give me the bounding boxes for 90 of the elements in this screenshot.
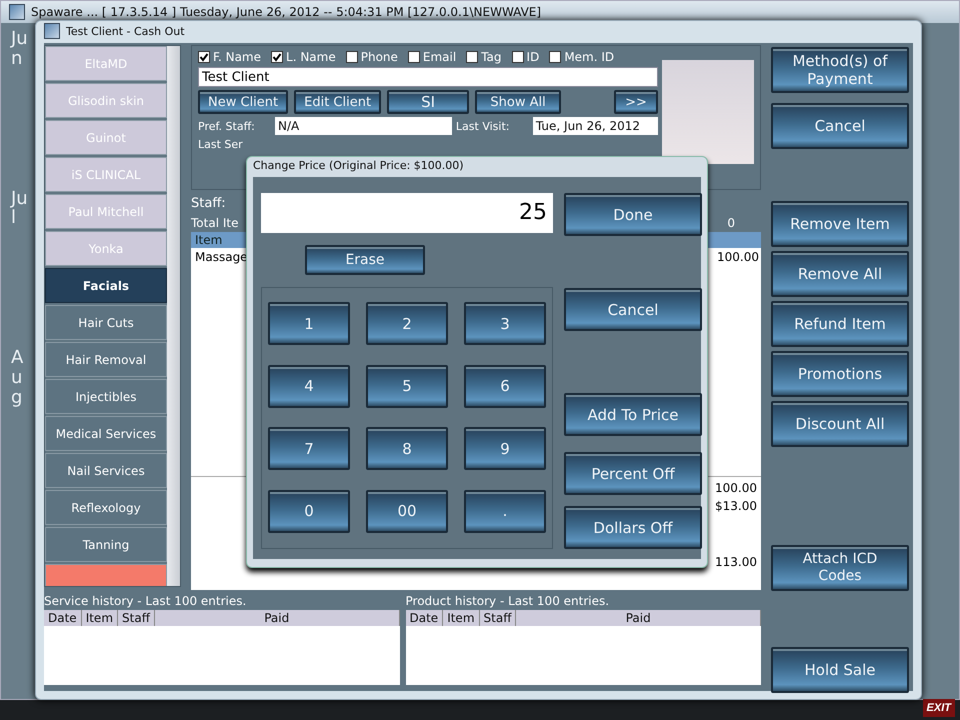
app-icon [9,4,25,20]
exit-button[interactable]: EXIT [922,699,955,717]
checkbox-label: Phone [360,50,398,64]
scrollbar[interactable] [167,46,180,586]
checkbox-label: Email [422,50,456,64]
keypad-key[interactable]: 1 [268,302,350,345]
staff-label: Staff: [191,196,226,210]
column-header: Item [195,233,222,247]
keypad-key[interactable]: 6 [464,364,546,408]
field-label: Last Visit: [456,120,510,132]
history-title: Product history - Last 100 entries. [406,593,610,610]
client-search-field[interactable]: Test Client [198,67,658,87]
column-header: Item [443,610,480,626]
total-items-count: 0 [727,216,735,230]
dialog-title: Change Price (Original Price: $100.00) [253,159,464,172]
column-header: Paid [516,610,761,626]
month-label: Jun [9,29,29,69]
field-label: Pref. Staff: [198,120,256,132]
last-visit-field: Tue, Jun 26, 2012 [532,117,658,135]
dialog-button[interactable]: Dollars Off [564,506,702,549]
client-button[interactable]: >> [614,90,658,114]
checkbox[interactable] [271,51,284,63]
total-items-label: Total Ite [191,216,238,230]
keypad-key[interactable]: 00 [366,490,448,532]
checkbox[interactable] [549,51,562,63]
action-button[interactable]: Method(s) of Payment [771,47,909,93]
category-button[interactable]: Medical Services [45,416,167,451]
window-title: Test Client - Cash Out [66,24,185,38]
window-title: Spaware ... [ 17.3.5.14 ] Tuesday, June 26, 2012 -- 5:04:31 PM [127.0.0.1\NEWWAVE] [31,5,542,19]
price-display[interactable]: 25 [261,193,553,233]
action-button[interactable]: Remove All [771,251,909,297]
client-button[interactable]: SI [387,90,470,114]
checkbox-label: F. Name [213,50,262,64]
client-button[interactable]: Show All [475,90,562,114]
keypad-key[interactable]: 0 [268,490,350,532]
category-button[interactable]: Nail Services [45,453,167,488]
keypad-key[interactable]: . [464,490,546,532]
action-button[interactable]: Promotions [771,351,909,397]
checkbox[interactable] [198,51,210,63]
table-cell: 100.00 [717,250,759,264]
action-button[interactable]: Cancel [771,103,909,149]
column-header: Item [82,610,118,626]
table-cell: Massage [195,250,248,264]
action-button[interactable]: Attach ICD Codes [771,545,909,591]
keypad-key[interactable]: 4 [268,364,350,408]
category-button[interactable]: Hair Removal [45,342,167,377]
column-header: Staff [118,610,155,626]
checkbox[interactable] [466,51,478,63]
dialog-button[interactable]: Add To Price [564,393,702,436]
action-button[interactable]: Discount All [771,401,909,447]
column-header: Date [44,610,82,626]
month-label: Jul [9,188,29,228]
keypad-key[interactable]: 9 [464,427,546,470]
pref-staff-field: N/A [274,117,452,135]
category-button[interactable]: Facials [45,268,167,303]
keypad-key[interactable]: 8 [366,427,448,470]
total-amount: 100.00 [715,481,757,495]
history-title: Service history - Last 100 entries. [44,593,248,610]
action-button[interactable]: Refund Item [771,301,909,347]
checkbox-label: Tag [481,50,502,64]
erase-button[interactable]: Erase [305,245,425,275]
category-button[interactable]: Hair Cuts [45,305,167,340]
dialog-button[interactable]: Percent Off [564,452,702,495]
checkbox[interactable] [346,51,358,63]
category-button[interactable]: Injectibles [45,379,167,414]
checkbox[interactable] [512,51,524,63]
keypad-key[interactable]: 7 [268,427,350,470]
month-label: Aug [10,348,24,408]
action-button[interactable]: Hold Sale [771,647,909,693]
client-button[interactable]: New Client [198,90,288,114]
field-label: Last Ser [198,138,244,151]
dialog-button[interactable]: Done [564,193,702,236]
checkbox-label: Mem. ID [564,50,614,64]
total-amount: 113.00 [715,555,757,569]
column-header: Paid [154,610,400,626]
category-button[interactable]: Tanning [45,527,167,562]
client-button[interactable]: Edit Client [294,90,382,114]
column-header: Date [406,610,444,626]
column-header: Staff [480,610,516,626]
category-button[interactable]: Reflexology [45,490,167,525]
checkbox-label: L. Name [286,50,336,64]
checkbox[interactable] [408,51,420,63]
dialog-button[interactable]: Cancel [564,288,702,331]
action-button[interactable]: Remove Item [771,201,909,247]
keypad-key[interactable]: 3 [464,302,546,345]
app-icon [44,23,60,39]
checkbox-label: ID [526,50,540,64]
total-amount: $13.00 [715,499,757,513]
keypad-key[interactable]: 2 [366,302,448,345]
keypad-key[interactable]: 5 [366,364,448,408]
